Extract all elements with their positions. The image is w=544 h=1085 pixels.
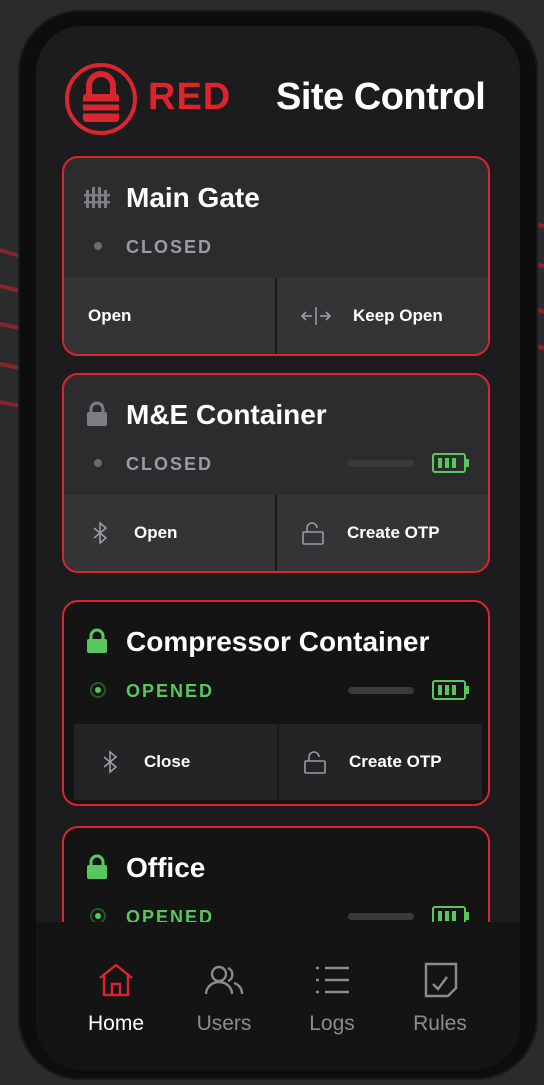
app-screen: RED Site Control Main Gate CLOSED Open K… (36, 26, 520, 1070)
keep-open-button[interactable]: Keep Open (275, 278, 488, 354)
bluetooth-icon (93, 521, 108, 545)
status-text: CLOSED (126, 454, 214, 474)
status-text: OPENED (126, 681, 215, 701)
nav-logs-label: Logs (309, 1012, 355, 1035)
signal-bar (348, 687, 414, 694)
bottom-nav: Home Users Logs Rules (36, 922, 520, 1070)
card-header: Main Gate CLOSED (64, 158, 488, 282)
door-card-main-gate[interactable]: Main Gate CLOSED Open Keep Open (62, 156, 490, 356)
status-indicator (94, 459, 102, 467)
create-otp-label: Create OTP (349, 752, 442, 771)
lock-closed-icon (87, 401, 107, 426)
brand-name: RED (148, 76, 232, 118)
create-otp-button[interactable]: Create OTP (275, 495, 488, 571)
door-name: M&E Container (126, 399, 327, 430)
app-title: Site Control (276, 76, 486, 118)
status-indicator (90, 682, 106, 698)
door-name: Compressor Container (126, 626, 430, 657)
open-button[interactable]: Open (64, 495, 275, 571)
card-actions: Open Keep Open (64, 278, 488, 354)
close-label: Close (144, 752, 191, 771)
rules-icon (424, 962, 458, 998)
status-indicator (94, 242, 102, 250)
close-button[interactable]: Close (74, 724, 277, 800)
open-label: Open (134, 523, 178, 542)
card-actions: Close Create OTP (74, 724, 482, 800)
unlock-icon (304, 751, 326, 774)
door-card-me-container[interactable]: M&E Container CLOSED Open Create OTP (62, 373, 490, 573)
nav-logs[interactable]: Logs (278, 960, 386, 1070)
lock-open-icon (87, 854, 107, 879)
nav-home[interactable]: Home (62, 960, 170, 1070)
nav-rules-label: Rules (413, 1012, 467, 1035)
unlock-icon (302, 522, 324, 545)
signal-bar (348, 460, 414, 467)
battery-icon (432, 680, 469, 700)
signal-bar (348, 913, 414, 920)
nav-users-label: Users (196, 1012, 252, 1035)
card-actions: Open Create OTP (64, 495, 488, 571)
nav-users[interactable]: Users (170, 960, 278, 1070)
door-name: Main Gate (126, 182, 260, 213)
lock-open-icon (87, 628, 107, 653)
create-otp-button[interactable]: Create OTP (277, 724, 482, 800)
nav-home-label: Home (87, 1012, 145, 1035)
home-icon (99, 963, 133, 997)
list-icon (316, 966, 349, 994)
card-header: M&E Container CLOSED (64, 375, 488, 499)
create-otp-label: Create OTP (347, 523, 440, 542)
door-name: Office (126, 852, 206, 883)
logo-lock-icon (65, 63, 137, 135)
nav-rules[interactable]: Rules (386, 960, 494, 1070)
status-text: CLOSED (126, 237, 214, 257)
card-header: Compressor Container OPENED (64, 602, 488, 726)
keep-open-icon (301, 307, 331, 325)
keep-open-label: Keep Open (353, 306, 443, 325)
gate-icon (84, 187, 110, 208)
open-button[interactable]: Open (64, 278, 275, 354)
open-label: Open (88, 306, 132, 325)
app-header: RED Site Control (64, 60, 504, 136)
users-icon (204, 965, 244, 995)
bluetooth-icon (103, 750, 118, 774)
battery-icon (432, 453, 469, 473)
door-card-compressor-container[interactable]: Compressor Container OPENED Close Create… (62, 600, 490, 806)
